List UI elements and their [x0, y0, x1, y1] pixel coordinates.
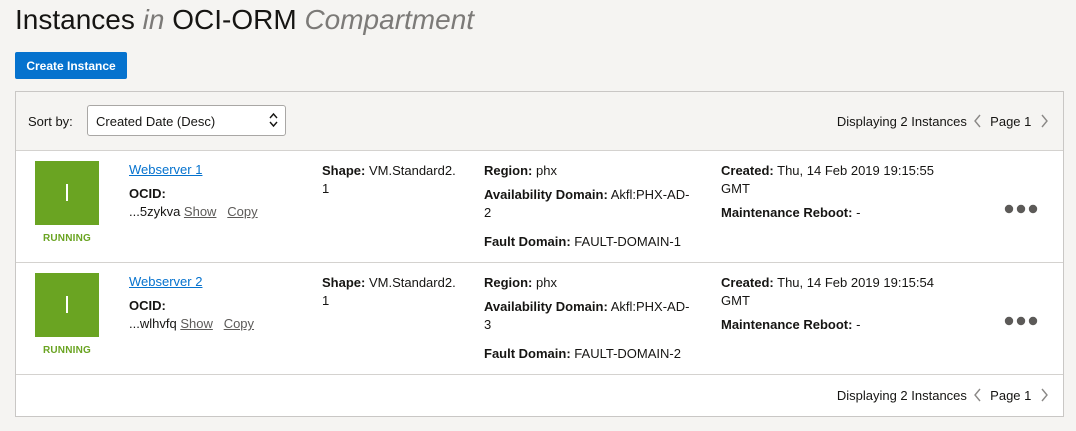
top-pagination: Displaying 2 Instances Page 1	[837, 112, 1051, 130]
instance-row: RUNNING Webserver 2 OCID: ...wlhvfq Show…	[16, 263, 1063, 375]
sort-select-value: Created Date (Desc)	[96, 114, 216, 129]
fault-domain-value: FAULT-DOMAIN-2	[574, 346, 681, 361]
title-compartment-word: Compartment	[304, 4, 475, 35]
maintenance-reboot-field: Maintenance Reboot: -	[721, 316, 956, 334]
created-label: Created:	[721, 275, 774, 290]
ocid-value: ...5zykva	[129, 204, 181, 219]
ocid-label: OCID:	[129, 186, 166, 201]
availability-domain-value-line2: 2	[484, 205, 492, 220]
ocid-copy-link[interactable]: Copy	[224, 316, 254, 331]
instance-icon-mark	[66, 296, 68, 313]
created-value-line2: GMT	[721, 293, 750, 308]
availability-domain-label: Availability Domain:	[484, 187, 608, 202]
availability-domain-label: Availability Domain:	[484, 299, 608, 314]
list-toolbar: Sort by: Created Date (Desc) Displaying …	[16, 92, 1063, 151]
sort-select[interactable]: Created Date (Desc)	[87, 105, 286, 136]
page-indicator: Page 1	[990, 387, 1032, 403]
displaying-count: Displaying 2 Instances	[836, 113, 967, 129]
status-badge: RUNNING	[42, 345, 92, 356]
instance-row: RUNNING Webserver 1 OCID: ...5zykva Show…	[16, 151, 1063, 263]
title-in: in	[142, 4, 165, 35]
maintenance-reboot-label: Maintenance Reboot:	[721, 317, 853, 332]
instance-name-link[interactable]: Webserver 1	[129, 162, 202, 177]
availability-domain-field: Availability Domain: Akfl:PHX-AD- 2	[484, 186, 694, 222]
instances-panel: Sort by: Created Date (Desc) Displaying …	[15, 91, 1064, 417]
shape-label: Shape:	[322, 163, 366, 178]
sort-label: Sort by:	[28, 114, 73, 129]
title-instances: Instances	[15, 4, 135, 35]
region-value: phx	[536, 275, 557, 290]
created-field: Created: Thu, 14 Feb 2019 19:15:54 GMT	[721, 274, 956, 310]
maintenance-reboot-value: -	[856, 317, 861, 332]
create-instance-button[interactable]: Create Instance	[15, 52, 127, 79]
created-label: Created:	[721, 163, 774, 178]
instance-icon	[35, 161, 99, 225]
fault-domain-field: Fault Domain: FAULT-DOMAIN-2	[484, 345, 714, 363]
page-title: Instances in OCI-ORM Compartment	[15, 2, 474, 38]
shape-value-line2: 1	[322, 293, 330, 308]
instance-name-link[interactable]: Webserver 2	[129, 274, 202, 289]
instance-icon	[35, 273, 99, 337]
chevron-left-icon[interactable]	[971, 386, 985, 404]
maintenance-reboot-label: Maintenance Reboot:	[721, 205, 853, 220]
instance-icon-mark	[66, 184, 68, 201]
shape-label: Shape:	[322, 275, 366, 290]
ocid-line: ...wlhvfq Show Copy	[129, 316, 254, 331]
shape-field: Shape: VM.Standard2. 1	[322, 274, 472, 310]
list-footer: Displaying 2 Instances Page 1	[16, 375, 1063, 416]
chevron-left-icon[interactable]	[971, 112, 985, 130]
region-label: Region:	[484, 275, 533, 290]
title-compartment-name: OCI-ORM	[172, 4, 297, 35]
fault-domain-field: Fault Domain: FAULT-DOMAIN-1	[484, 233, 714, 251]
ocid-value: ...wlhvfq	[129, 316, 177, 331]
shape-field: Shape: VM.Standard2. 1	[322, 162, 472, 198]
chevron-right-icon[interactable]	[1037, 386, 1051, 404]
sort-arrows-icon	[269, 112, 278, 128]
region-label: Region:	[484, 163, 533, 178]
ocid-label: OCID:	[129, 298, 166, 313]
shape-value-line2: 1	[322, 181, 330, 196]
fault-domain-label: Fault Domain:	[484, 234, 571, 249]
displaying-count: Displaying 2 Instances	[836, 387, 967, 403]
page-indicator: Page 1	[990, 113, 1032, 129]
fault-domain-label: Fault Domain:	[484, 346, 571, 361]
maintenance-reboot-value: -	[856, 205, 861, 220]
region-field: Region: phx	[484, 274, 557, 292]
ocid-show-link[interactable]: Show	[180, 316, 213, 331]
created-value-line2: GMT	[721, 181, 750, 196]
availability-domain-value-line2: 3	[484, 317, 492, 332]
shape-value-line1: VM.Standard2.	[368, 163, 456, 178]
ocid-show-link[interactable]: Show	[184, 204, 217, 219]
shape-value-line1: VM.Standard2.	[368, 275, 456, 290]
availability-domain-field: Availability Domain: Akfl:PHX-AD- 3	[484, 298, 694, 334]
ocid-line: ...5zykva Show Copy	[129, 204, 258, 219]
availability-domain-value-line1: Akfl:PHX-AD-	[610, 187, 690, 202]
maintenance-reboot-field: Maintenance Reboot: -	[721, 204, 956, 222]
more-actions-icon[interactable]	[1003, 313, 1043, 329]
created-field: Created: Thu, 14 Feb 2019 19:15:55 GMT	[721, 162, 956, 198]
availability-domain-value-line1: Akfl:PHX-AD-	[610, 299, 690, 314]
region-value: phx	[536, 163, 557, 178]
more-actions-icon[interactable]	[1003, 201, 1043, 217]
ocid-copy-link[interactable]: Copy	[227, 204, 257, 219]
status-badge: RUNNING	[42, 233, 92, 244]
created-value-line1: Thu, 14 Feb 2019 19:15:55	[777, 163, 934, 178]
chevron-right-icon[interactable]	[1037, 112, 1051, 130]
bottom-pagination: Displaying 2 Instances Page 1	[837, 386, 1051, 404]
region-field: Region: phx	[484, 162, 557, 180]
fault-domain-value: FAULT-DOMAIN-1	[574, 234, 681, 249]
created-value-line1: Thu, 14 Feb 2019 19:15:54	[777, 275, 934, 290]
